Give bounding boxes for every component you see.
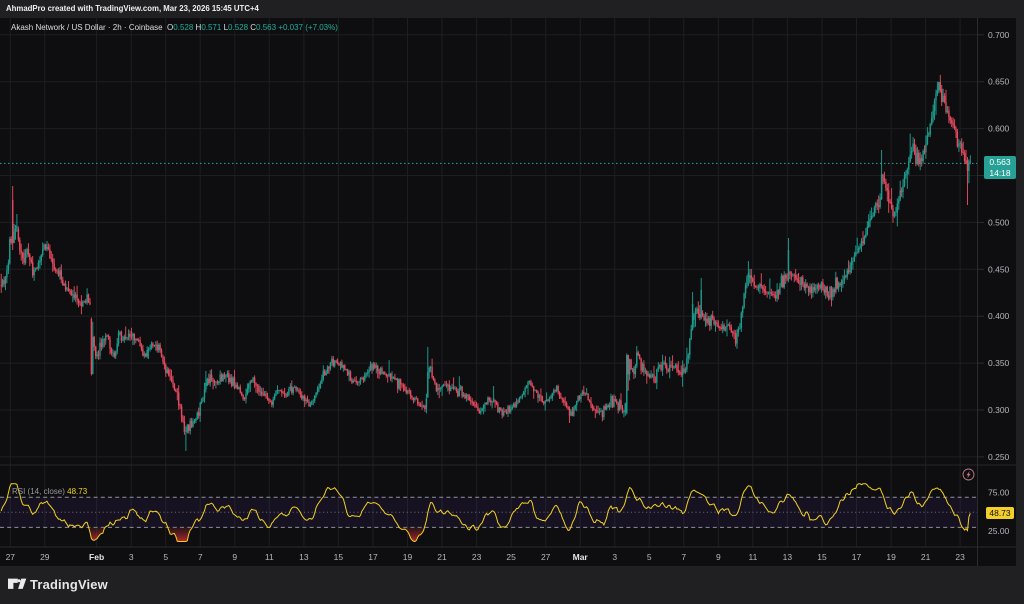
svg-text:5: 5 bbox=[163, 552, 168, 562]
svg-text:9: 9 bbox=[716, 552, 721, 562]
svg-text:7: 7 bbox=[681, 552, 686, 562]
svg-text:23: 23 bbox=[955, 552, 965, 562]
svg-text:15: 15 bbox=[334, 552, 344, 562]
svg-text:29: 29 bbox=[40, 552, 50, 562]
svg-text:Feb: Feb bbox=[89, 552, 104, 562]
svg-text:3: 3 bbox=[612, 552, 617, 562]
svg-text:75.00: 75.00 bbox=[988, 487, 1010, 497]
svg-text:9: 9 bbox=[232, 552, 237, 562]
svg-text:27: 27 bbox=[541, 552, 551, 562]
svg-text:7: 7 bbox=[198, 552, 203, 562]
svg-text:0.450: 0.450 bbox=[988, 264, 1010, 274]
svg-text:25: 25 bbox=[506, 552, 516, 562]
svg-text:0.600: 0.600 bbox=[988, 124, 1010, 134]
svg-text:13: 13 bbox=[783, 552, 793, 562]
svg-text:23: 23 bbox=[472, 552, 482, 562]
svg-text:0.650: 0.650 bbox=[988, 77, 1010, 87]
svg-text:11: 11 bbox=[265, 552, 274, 562]
svg-text:0.700: 0.700 bbox=[988, 30, 1010, 40]
svg-text:21: 21 bbox=[921, 552, 931, 562]
svg-text:13: 13 bbox=[299, 552, 309, 562]
svg-text:0.250: 0.250 bbox=[988, 452, 1010, 462]
svg-text:17: 17 bbox=[368, 552, 378, 562]
svg-text:19: 19 bbox=[403, 552, 413, 562]
svg-text:27: 27 bbox=[6, 552, 16, 562]
svg-text:Mar: Mar bbox=[573, 552, 589, 562]
svg-text:5: 5 bbox=[647, 552, 652, 562]
svg-text:0.500: 0.500 bbox=[988, 217, 1010, 227]
svg-text:0.300: 0.300 bbox=[988, 405, 1010, 415]
svg-text:0.400: 0.400 bbox=[988, 311, 1010, 321]
svg-text:25.00: 25.00 bbox=[988, 526, 1010, 536]
svg-text:15: 15 bbox=[817, 552, 827, 562]
svg-text:17: 17 bbox=[852, 552, 862, 562]
svg-text:0.350: 0.350 bbox=[988, 358, 1010, 368]
svg-text:19: 19 bbox=[886, 552, 896, 562]
svg-text:3: 3 bbox=[129, 552, 134, 562]
svg-text:11: 11 bbox=[748, 552, 757, 562]
svg-text:21: 21 bbox=[437, 552, 447, 562]
